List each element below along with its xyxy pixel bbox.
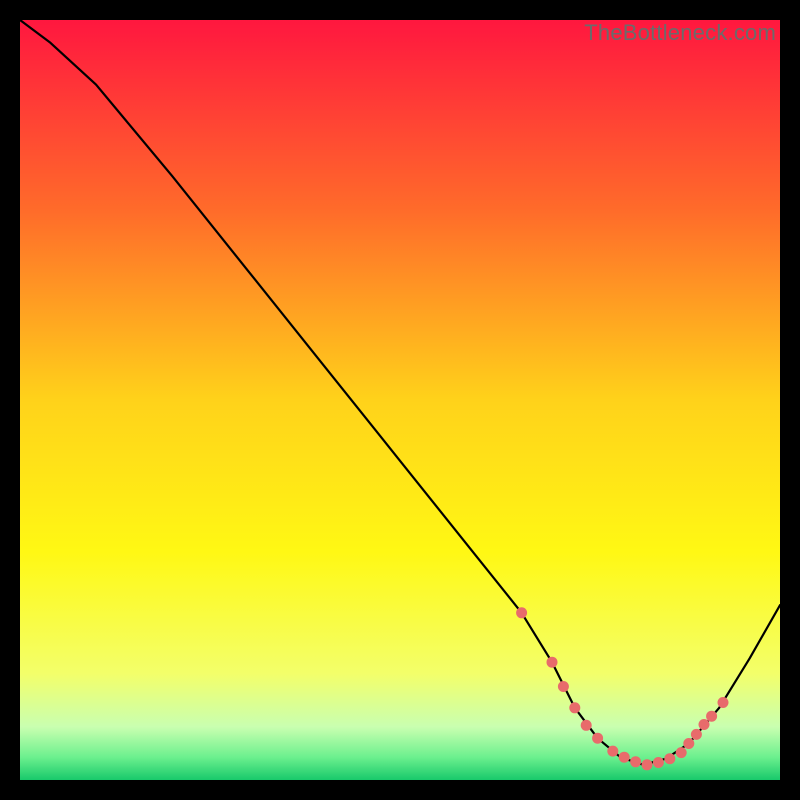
highlight-point	[664, 753, 675, 764]
chart-svg	[20, 20, 780, 780]
highlight-point	[547, 657, 558, 668]
chart-frame: TheBottleneck.com	[20, 20, 780, 780]
plot-area: TheBottleneck.com	[20, 20, 780, 780]
highlight-point	[592, 733, 603, 744]
highlight-point	[607, 746, 618, 757]
highlight-point	[676, 747, 687, 758]
highlight-point	[619, 752, 630, 763]
highlight-point	[706, 711, 717, 722]
gradient-background	[20, 20, 780, 780]
highlight-point	[718, 697, 729, 708]
highlight-point	[683, 738, 694, 749]
highlight-point	[569, 702, 580, 713]
highlight-point	[691, 729, 702, 740]
highlight-point	[516, 607, 527, 618]
highlight-point	[699, 719, 710, 730]
highlight-point	[630, 756, 641, 767]
highlight-point	[653, 757, 664, 768]
highlight-point	[642, 759, 653, 770]
highlight-point	[581, 720, 592, 731]
highlight-point	[558, 681, 569, 692]
